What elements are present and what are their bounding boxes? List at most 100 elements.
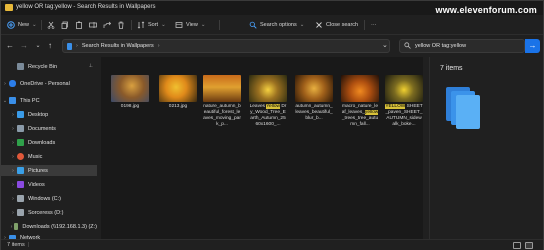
sidebar-item-recycle-bin[interactable]: Recycle Bin ⊥ [1, 61, 97, 72]
recent-chevron-icon[interactable]: ⌄ [33, 41, 43, 51]
paste-icon [75, 21, 83, 29]
thumbnail-image [249, 75, 287, 102]
drive-icon [17, 209, 24, 216]
close-search-button[interactable]: Close search [315, 19, 358, 31]
file-item[interactable]: 0198.jpg [111, 75, 149, 110]
expand-chevron-icon[interactable]: › [9, 112, 17, 118]
divider [364, 20, 365, 30]
pictures-icon [17, 167, 24, 174]
sidebar-item-label: Pictures [28, 167, 48, 174]
desktop-icon [17, 111, 24, 118]
sidebar-item-this-pc[interactable]: ⌄ This PC [1, 95, 97, 106]
navigation-pane: Recycle Bin ⊥ › OneDrive - Personal ⌄ Th… [1, 57, 97, 241]
delete-button[interactable] [117, 19, 125, 31]
file-item[interactable]: autumn_autumn_leaves_beautiful_blur_b... [295, 75, 333, 122]
sort-button[interactable]: Sort ⌄ [137, 19, 166, 31]
paste-button[interactable] [75, 19, 83, 31]
sidebar-item-videos[interactable]: › Videos [1, 179, 97, 190]
sidebar-item-windows-c[interactable]: › Windows (C:) [1, 193, 97, 204]
sidebar-item-documents[interactable]: › Documents [1, 123, 97, 134]
search-input[interactable]: yellow OR tag:yellow [415, 43, 466, 49]
share-button[interactable] [103, 19, 112, 31]
drive-icon [17, 195, 24, 202]
new-button[interactable]: New ⌄ [7, 19, 37, 31]
expand-chevron-icon[interactable]: › [9, 210, 17, 216]
explorer-window: yellow OR tag:yellow - Search Results in… [0, 0, 544, 250]
breadcrumb-chevron-icon: › [157, 43, 160, 49]
sidebar-item-label: Downloads (\\192.168.1.3) (Z:) [22, 223, 97, 230]
expand-chevron-icon[interactable]: › [9, 196, 17, 202]
search-options-button[interactable]: Search options ⌄ [249, 19, 304, 31]
status-bar: 7 items | [1, 239, 543, 250]
breadcrumb-chevron-icon: › [76, 43, 78, 49]
search-folder-icon [67, 42, 72, 50]
sidebar-item-label: This PC [20, 97, 40, 104]
details-pane: 7 items [429, 57, 543, 239]
documents-icon [17, 125, 24, 132]
sidebar-item-desktop[interactable]: › Desktop [1, 109, 97, 120]
sidebar-item-label: Documents [28, 125, 56, 132]
search-icon [404, 41, 411, 51]
network-drive-icon [14, 223, 19, 230]
chevron-down-icon: ⌄ [200, 22, 206, 28]
search-go-button[interactable]: → [525, 39, 540, 53]
rename-button[interactable] [89, 19, 97, 31]
navigation-bar: ← → ⌄ ↑ › Search Results in Wallpapers ›… [1, 36, 543, 56]
sidebar-item-onedrive[interactable]: › OneDrive - Personal [1, 78, 97, 89]
search-highlight: YELLOW [385, 104, 406, 109]
thumbnails-view-icon[interactable] [525, 242, 533, 249]
expand-chevron-icon[interactable]: › [9, 126, 17, 132]
collapse-chevron-icon[interactable]: ⌄ [1, 98, 9, 104]
details-view-icon[interactable] [513, 242, 521, 249]
cut-icon [47, 21, 55, 29]
search-options-label: Search options [260, 22, 297, 28]
address-path: Search Results in Wallpapers [81, 43, 154, 49]
computer-icon [9, 97, 16, 104]
address-bar[interactable]: › Search Results in Wallpapers › [62, 39, 390, 53]
cloud-icon [9, 80, 16, 87]
divider [219, 20, 220, 30]
file-item[interactable]: YELLOW SHEET_paven_SHEET_AUTUMN_sidewalk… [385, 75, 423, 128]
view-button[interactable]: View ⌄ [175, 19, 205, 31]
file-name: YELLOW SHEET_paven_SHEET_AUTUMN_sidewalk… [385, 104, 423, 127]
address-dropdown-icon[interactable]: ⌄ [382, 41, 391, 50]
thumbnail-image [203, 75, 241, 102]
file-name: Leaves Yellow Dry_Wood_Tree_Earth_Autumn… [249, 104, 287, 127]
folder-icon [5, 4, 13, 11]
file-item[interactable]: macro_nature_leaf_leaves_yellow_trees_tr… [341, 75, 379, 128]
copy-button[interactable] [61, 19, 69, 31]
search-options-icon [249, 21, 257, 29]
back-arrow-icon[interactable]: ← [5, 41, 15, 51]
file-item[interactable]: 0213.jpg [159, 75, 197, 110]
file-name: autumn_autumn_leaves_beautiful_blur_b... [295, 104, 333, 121]
cut-button[interactable] [47, 19, 55, 31]
thumbnail-image [159, 75, 197, 102]
sidebar-item-music[interactable]: › Music [1, 151, 97, 162]
videos-icon [17, 181, 24, 188]
downloads-icon [17, 139, 24, 146]
details-item-count: 7 items [440, 65, 463, 72]
sidebar-item-label: Windows (C:) [28, 195, 62, 202]
expand-chevron-icon[interactable]: › [9, 168, 17, 174]
more-label: ··· [371, 22, 377, 28]
up-arrow-icon[interactable]: ↑ [45, 41, 55, 51]
search-box[interactable]: yellow OR tag:yellow [399, 39, 525, 53]
sidebar-item-pictures[interactable]: › Pictures [1, 165, 97, 176]
expand-chevron-icon[interactable]: › [9, 140, 17, 146]
sidebar-item-sorceress-d[interactable]: › Sorceress (D:) [1, 207, 97, 218]
more-options-button[interactable]: ··· [371, 19, 377, 31]
sidebar-item-downloads[interactable]: › Downloads [1, 137, 97, 148]
search-highlight: Yellow [266, 104, 280, 109]
recycle-bin-icon [17, 63, 24, 70]
sidebar-item-network-drive-z[interactable]: › Downloads (\\192.168.1.3) (Z:) [1, 221, 97, 232]
forward-arrow-icon[interactable]: → [19, 41, 29, 51]
expand-chevron-icon[interactable]: › [1, 81, 9, 87]
file-item[interactable]: nature_autumn_beautiful_forest_leaves_mo… [203, 75, 241, 128]
file-item[interactable]: Leaves Yellow Dry_Wood_Tree_Earth_Autumn… [249, 75, 287, 128]
thumbnail-image [341, 75, 379, 102]
expand-chevron-icon[interactable]: › [9, 154, 17, 160]
sidebar-item-label: OneDrive - Personal [20, 80, 70, 87]
expand-chevron-icon[interactable]: › [9, 182, 17, 188]
file-list: 0198.jpg 0213.jpg nature_autumn_beautifu… [101, 57, 423, 239]
new-label: New [18, 22, 30, 28]
